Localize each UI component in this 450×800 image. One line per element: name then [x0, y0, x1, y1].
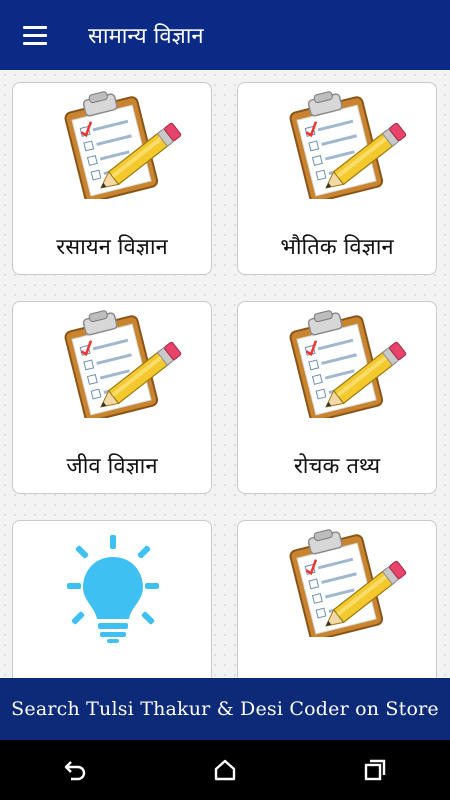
card-label: भौतिक विज्ञान [280, 235, 394, 260]
banner-text: Search Tulsi Thakur & Desi Coder on Stor… [11, 698, 439, 720]
clipboard-checklist-icon [268, 308, 408, 418]
clipboard-checklist-icon [268, 527, 408, 637]
page-title: सामान्य विज्ञान [88, 24, 204, 49]
card-label: रसायन विज्ञान [56, 235, 168, 260]
recents-button[interactable] [345, 740, 405, 800]
back-icon [64, 761, 86, 781]
app-bar: सामान्य विज्ञान [0, 0, 450, 70]
clipboard-checklist-icon [43, 89, 183, 199]
lightbulb-icon [43, 535, 183, 645]
system-nav-bar [0, 740, 450, 800]
promo-banner[interactable]: Search Tulsi Thakur & Desi Coder on Stor… [0, 678, 450, 740]
home-button[interactable] [195, 740, 255, 800]
recents-icon [364, 759, 386, 781]
home-icon [214, 759, 236, 781]
card-grid: रसायन विज्ञान भौतिक विज्ञान जीव विज्ञान … [0, 70, 450, 678]
card-chemistry[interactable]: रसायन विज्ञान [12, 82, 212, 275]
clipboard-checklist-icon [268, 89, 408, 199]
card-physics[interactable]: भौतिक विज्ञान [237, 82, 437, 275]
clipboard-checklist-icon [43, 308, 183, 418]
card-label: रोचक तथ्य [293, 454, 381, 479]
card-label: जीव विज्ञान [66, 454, 158, 479]
card-biology[interactable]: जीव विज्ञान [12, 301, 212, 494]
hamburger-menu-icon[interactable] [0, 0, 70, 70]
back-button[interactable] [45, 740, 105, 800]
card-interesting-facts[interactable]: रोचक तथ्य [237, 301, 437, 494]
card-ideas[interactable] [12, 520, 212, 678]
card-sixth[interactable] [237, 520, 437, 678]
